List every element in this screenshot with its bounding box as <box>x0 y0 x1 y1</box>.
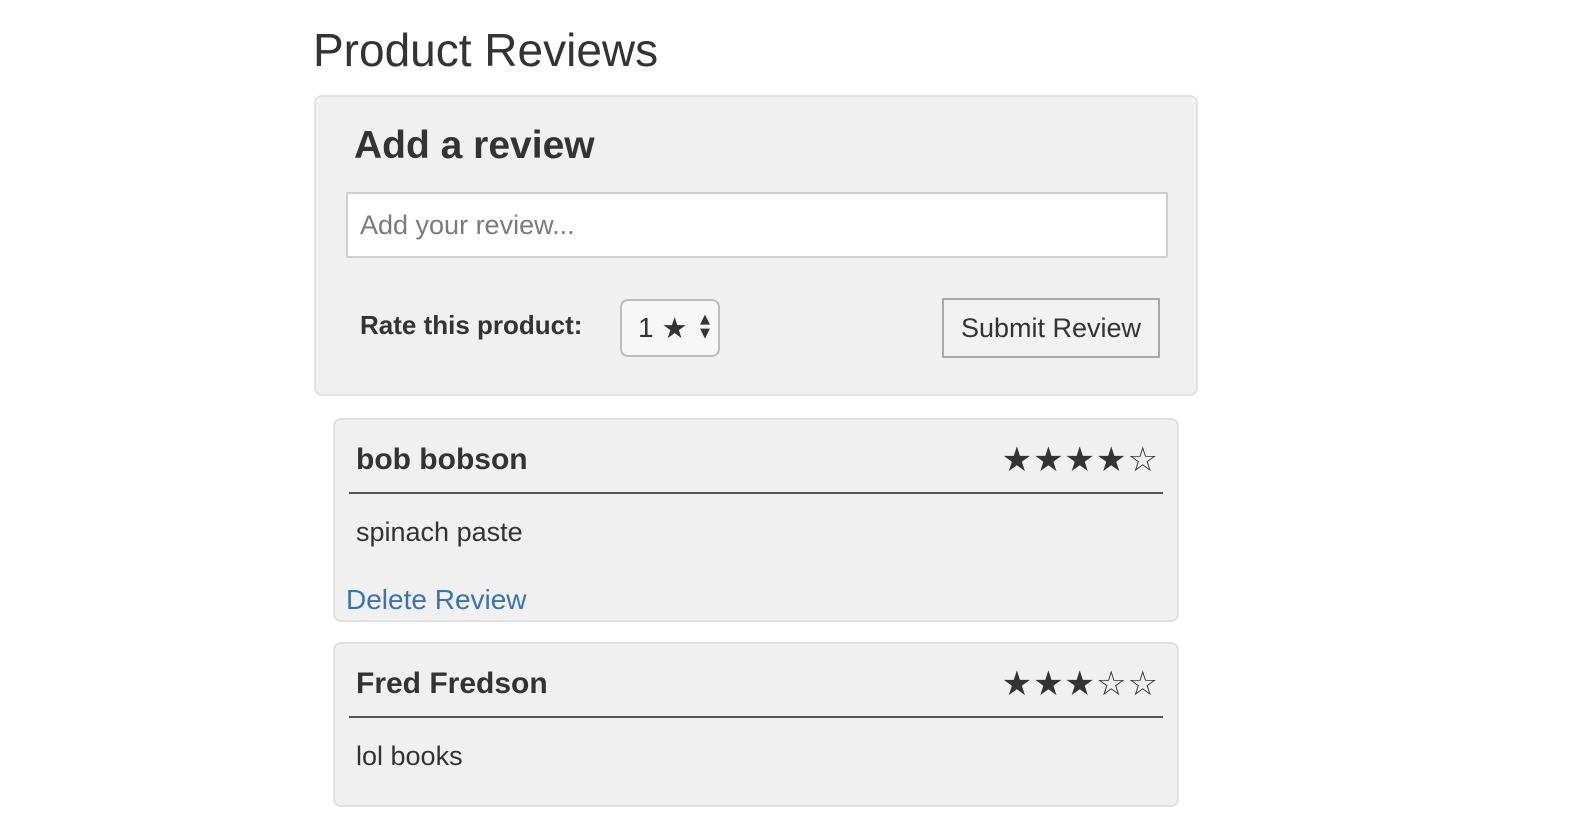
reviewer-name: Fred Fredson <box>356 667 548 700</box>
review-header: Fred Fredson ★★★☆☆ <box>349 656 1163 718</box>
arrow-down-icon: ▼ <box>700 326 710 341</box>
star-icon: ★ <box>661 311 688 345</box>
select-arrows-icon: ▲ ▼ <box>700 313 710 341</box>
review-input[interactable] <box>346 192 1168 258</box>
review-header: bob bobson ★★★★☆ <box>349 432 1163 494</box>
rating-select[interactable]: 1 ★ ▲ ▼ <box>620 299 720 357</box>
review-card: Fred Fredson ★★★☆☆ lol books <box>333 642 1179 807</box>
review-text: spinach paste <box>356 517 523 547</box>
reviewer-name: bob bobson <box>356 443 528 476</box>
review-card: bob bobson ★★★★☆ spinach paste Delete Re… <box>333 418 1179 622</box>
review-text: lol books <box>356 741 463 771</box>
star-rating: ★★★★☆ <box>1001 440 1159 480</box>
add-review-title: Add a review <box>354 124 595 167</box>
add-review-panel: Add a review Rate this product: 1 ★ ▲ ▼ … <box>314 95 1198 396</box>
rate-label: Rate this product: <box>360 310 583 340</box>
arrow-up-icon: ▲ <box>700 312 710 327</box>
delete-review-link[interactable]: Delete Review <box>346 582 527 618</box>
submit-review-button[interactable]: Submit Review <box>942 298 1160 358</box>
page-title: Product Reviews <box>313 24 659 76</box>
rating-select-value: 1 <box>638 312 654 343</box>
star-rating: ★★★☆☆ <box>1001 664 1159 704</box>
